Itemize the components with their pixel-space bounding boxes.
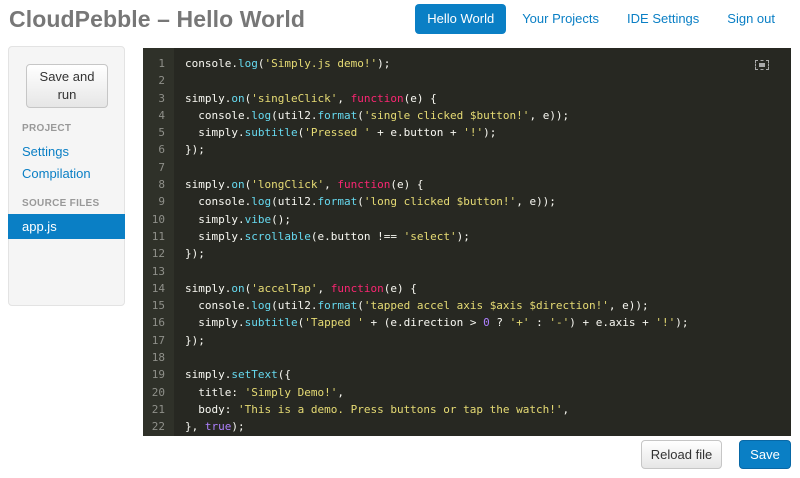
code-text: title: 'Simply Demo!', xyxy=(198,385,344,399)
line-number: 16 xyxy=(151,316,165,330)
nav-ide-settings[interactable]: IDE Settings xyxy=(615,4,711,34)
code-line: 8 simply.on('longClick', function(e) { xyxy=(143,176,791,193)
line-number: 7 xyxy=(158,160,165,174)
code-line: 21 body: 'This is a demo. Press buttons … xyxy=(143,401,791,418)
line-number: 8 xyxy=(158,178,165,192)
code-text: simply.scrollable(e.button !== 'select')… xyxy=(198,229,470,243)
sidebar-item-app-js[interactable]: app.js xyxy=(8,214,125,239)
code-text: }); xyxy=(185,143,205,157)
code-text: simply.setText({ xyxy=(185,368,291,382)
code-line: 18 xyxy=(143,349,791,366)
code-text: simply.on('singleClick', function(e) { xyxy=(185,91,437,105)
code-text: console.log(util2.format('single clicked… xyxy=(198,108,570,122)
code-editor[interactable]: 1 console.log('Simply.js demo!'); 2 3 simply… xyxy=(143,48,791,436)
line-number: 15 xyxy=(151,299,165,313)
code-text: simply.vibe(); xyxy=(198,212,291,226)
sidebar: Save and run PROJECT Settings Compilatio… xyxy=(8,46,125,306)
code-line: 22 }, true); xyxy=(143,418,791,435)
line-number: 12 xyxy=(151,247,165,261)
code-text: body: 'This is a demo. Press buttons or … xyxy=(198,402,570,416)
code-line: 14 simply.on('accelTap', function(e) { xyxy=(143,280,791,297)
code-text: simply.on('longClick', function(e) { xyxy=(185,178,424,192)
nav-sign-out[interactable]: Sign out xyxy=(715,4,787,34)
nav-your-projects[interactable]: Your Projects xyxy=(510,4,611,34)
code-line: 20 title: 'Simply Demo!', xyxy=(143,384,791,401)
line-number: 5 xyxy=(158,126,165,140)
code-text: simply.on('accelTap', function(e) { xyxy=(185,281,417,295)
line-number: 11 xyxy=(151,229,165,243)
code-line: 10 simply.vibe(); xyxy=(143,211,791,228)
line-number: 19 xyxy=(151,368,165,382)
code-lines: 1 console.log('Simply.js demo!'); 2 3 simply… xyxy=(143,55,791,436)
line-number: 13 xyxy=(151,264,165,278)
code-line: 15 console.log(util2.format('tapped acce… xyxy=(143,297,791,314)
code-line: 9 console.log(util2.format('long clicked… xyxy=(143,193,791,210)
line-number: 1 xyxy=(158,57,165,70)
code-line: 17}); xyxy=(143,332,791,349)
code-line: 5 simply.subtitle('Pressed ' + e.button … xyxy=(143,124,791,141)
fullscreen-icon[interactable] xyxy=(755,60,769,70)
sidebar-item-settings[interactable]: Settings xyxy=(22,144,69,159)
line-number: 20 xyxy=(151,385,165,399)
project-heading: PROJECT xyxy=(22,123,72,134)
code-line: 1 console.log('Simply.js demo!'); xyxy=(143,55,791,72)
line-number: 6 xyxy=(158,143,165,157)
line-number: 14 xyxy=(151,281,165,295)
nav-hello-world[interactable]: Hello World xyxy=(415,4,507,34)
code-text: console.log(util2.format('tapped accel a… xyxy=(198,299,649,313)
code-text: simply.subtitle('Tapped ' + (e.direction… xyxy=(198,316,689,330)
code-line: 3 simply.on('singleClick', function(e) { xyxy=(143,90,791,107)
line-number: 17 xyxy=(151,333,165,347)
code-line: 6}); xyxy=(143,141,791,158)
save-button[interactable]: Save xyxy=(739,440,791,469)
save-and-run-button[interactable]: Save and run xyxy=(26,64,108,108)
line-number: 10 xyxy=(151,212,165,226)
code-line: 13 xyxy=(143,263,791,280)
line-number: 3 xyxy=(158,91,165,105)
code-line: 11 simply.scrollable(e.button !== 'selec… xyxy=(143,228,791,245)
code-line: 19 simply.setText({ xyxy=(143,366,791,383)
code-line: 16 simply.subtitle('Tapped ' + (e.direct… xyxy=(143,314,791,331)
top-nav: Hello World Your Projects IDE Settings S… xyxy=(411,4,787,34)
line-number: 22 xyxy=(151,420,165,434)
code-text: simply.subtitle('Pressed ' + e.button + … xyxy=(198,126,497,140)
reload-file-button[interactable]: Reload file xyxy=(641,440,722,469)
line-number: 18 xyxy=(151,351,165,365)
line-number: 9 xyxy=(158,195,165,209)
page-title: CloudPebble – Hello World xyxy=(9,6,305,32)
code-text: }); xyxy=(185,333,205,347)
code-line: 12}); xyxy=(143,245,791,262)
line-number: 21 xyxy=(151,402,165,416)
line-number: 2 xyxy=(158,74,165,88)
code-text: }, true); xyxy=(185,420,245,434)
code-line: 4 console.log(util2.format('single click… xyxy=(143,107,791,124)
code-text: console.log('Simply.js demo!'); xyxy=(185,57,391,70)
code-line: 7 xyxy=(143,159,791,176)
code-text: console.log(util2.format('long clicked $… xyxy=(198,195,556,209)
source-files-heading: SOURCE FILES xyxy=(22,198,100,209)
code-text: }); xyxy=(185,247,205,261)
code-line: 2 xyxy=(143,72,791,89)
sidebar-item-compilation[interactable]: Compilation xyxy=(22,166,91,181)
line-number: 4 xyxy=(158,108,165,122)
